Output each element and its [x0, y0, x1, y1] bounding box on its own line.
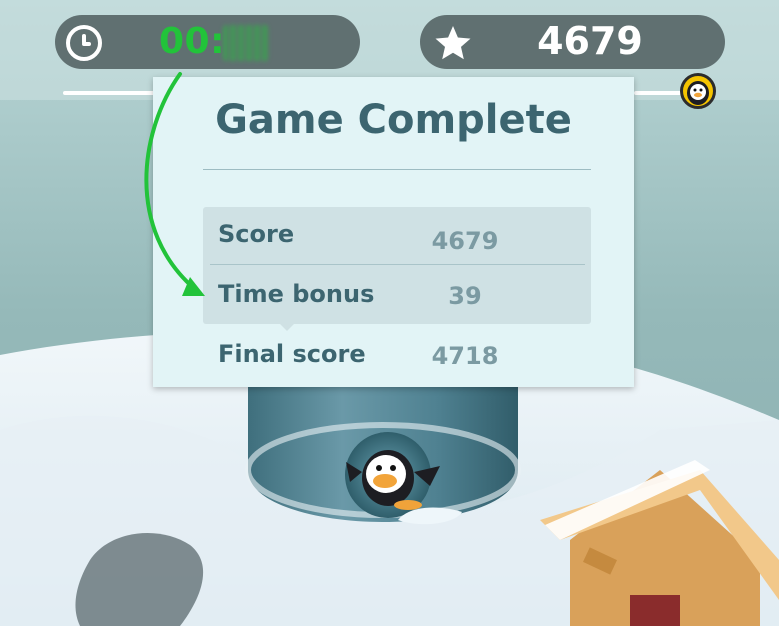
timer-text: 00:: [159, 21, 225, 62]
score-value: 4679: [537, 19, 643, 63]
clock-icon: [66, 25, 102, 61]
time-bonus-label: Time bonus: [218, 280, 375, 308]
final-score-value: 4718: [431, 342, 499, 370]
time-bonus-value: 39: [448, 282, 482, 310]
game-complete-dialog: Game Complete Score 4679 Time bonus 39 F…: [153, 77, 634, 387]
score-row-value: 4679: [431, 227, 499, 255]
score-label: Score: [218, 220, 295, 248]
dialog-title: Game Complete: [215, 97, 572, 143]
penguin-progress-marker-icon: [680, 73, 716, 109]
score-display: 4679: [420, 15, 725, 69]
level-progress-track: [63, 91, 155, 95]
highlight-pointer: [280, 324, 294, 331]
row-divider: [210, 264, 585, 265]
level-progress-track-end: [634, 91, 684, 95]
final-score-label: Final score: [218, 340, 366, 368]
title-divider: [203, 169, 591, 170]
timer-display: 00:: [55, 15, 360, 69]
star-icon: [435, 26, 471, 60]
timer-counting-digits: [223, 25, 269, 61]
